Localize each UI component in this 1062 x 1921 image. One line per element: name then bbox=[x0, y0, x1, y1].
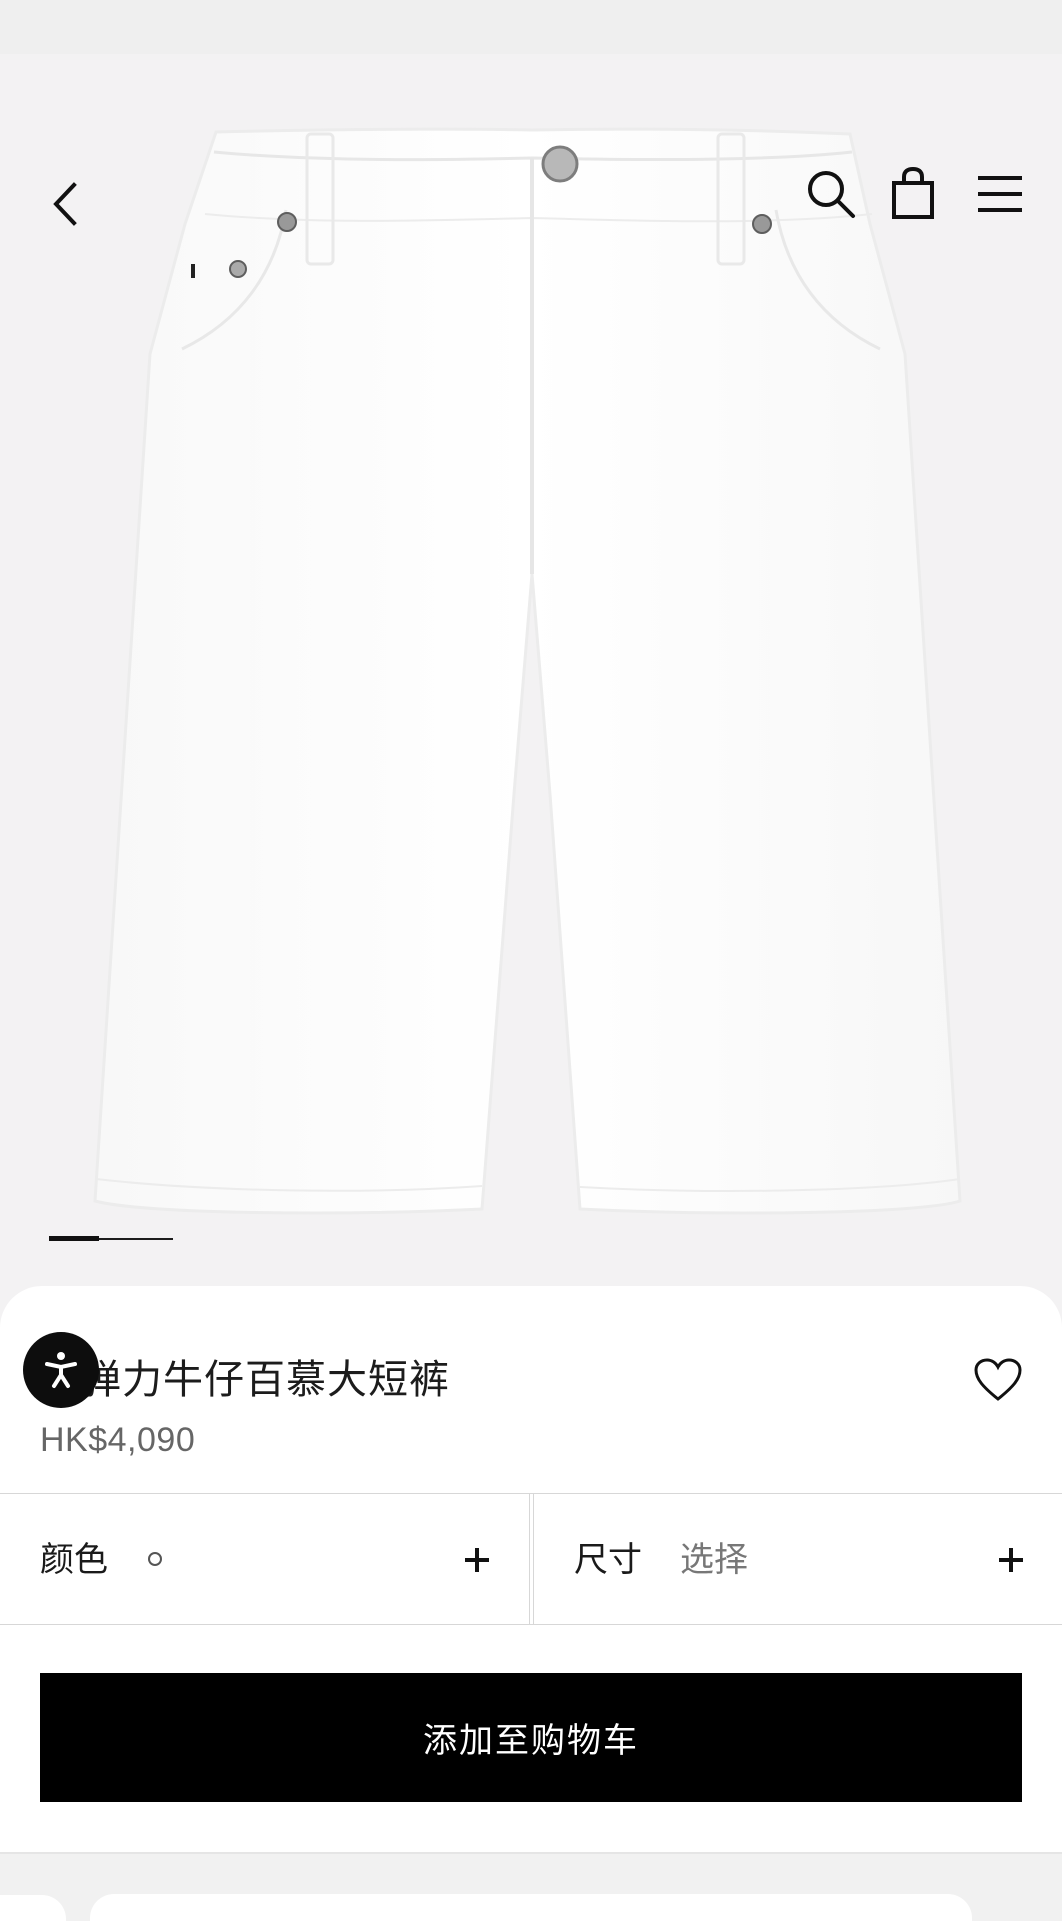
color-label: 颜色 bbox=[40, 1540, 108, 1580]
gallery-active-slide bbox=[49, 1236, 99, 1241]
selected-color-swatch bbox=[148, 1552, 162, 1566]
product-options: 颜色 尺寸 选择 bbox=[0, 1493, 1062, 1625]
search-button[interactable] bbox=[803, 166, 859, 222]
wishlist-button[interactable] bbox=[970, 1352, 1026, 1408]
heart-icon bbox=[974, 1358, 1022, 1401]
gallery-progress-indicator bbox=[49, 1236, 173, 1242]
accessibility-icon bbox=[45, 1352, 77, 1388]
menu-button[interactable] bbox=[970, 164, 1030, 224]
plus-icon bbox=[465, 1548, 489, 1572]
product-image-gallery[interactable] bbox=[0, 54, 1062, 1286]
size-label: 尺寸 bbox=[574, 1540, 642, 1580]
shopping-bag-button[interactable] bbox=[885, 164, 941, 224]
product-detail-page: 色弹力牛仔百慕大短裤 HK$4,090 颜色 尺寸 选择 添加至购物车 bbox=[0, 0, 1062, 1921]
bottom-card-main bbox=[90, 1894, 972, 1921]
hamburger-menu-icon bbox=[978, 176, 1022, 212]
product-price: HK$4,090 bbox=[40, 1421, 196, 1459]
size-selector[interactable]: 尺寸 选择 bbox=[533, 1494, 1062, 1624]
color-selector[interactable]: 颜色 bbox=[0, 1494, 530, 1624]
search-icon bbox=[808, 171, 855, 218]
plus-icon bbox=[999, 1548, 1023, 1572]
white-bermuda-shorts-image bbox=[93, 127, 962, 1215]
color-expand-button[interactable] bbox=[453, 1536, 501, 1584]
chevron-left-icon bbox=[53, 182, 77, 226]
back-button[interactable] bbox=[40, 174, 90, 234]
bottom-card-left bbox=[0, 1895, 66, 1921]
top-status-strip bbox=[0, 0, 1062, 54]
shopping-bag-icon bbox=[892, 167, 934, 219]
size-expand-button[interactable] bbox=[987, 1536, 1035, 1584]
product-title: 色弹力牛仔百慕大短裤 bbox=[40, 1357, 450, 1403]
size-value: 选择 bbox=[680, 1540, 748, 1580]
add-to-cart-button[interactable]: 添加至购物车 bbox=[40, 1673, 1022, 1802]
accessibility-button[interactable] bbox=[23, 1332, 99, 1408]
